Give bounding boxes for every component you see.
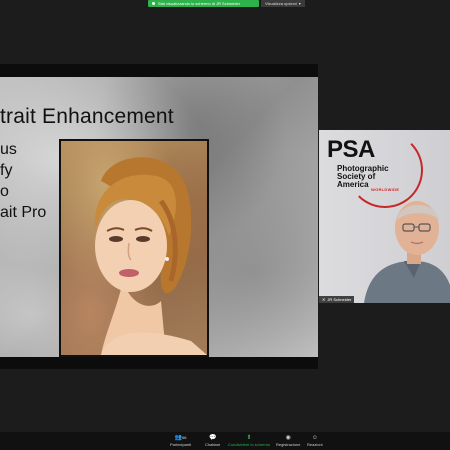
participant-name-tag: ✕ JR Schneider xyxy=(319,296,355,303)
slide-background: trait Enhancement us fy o ait Pro xyxy=(0,77,318,357)
view-options-button[interactable]: Visualizza opzioni ▾ xyxy=(261,0,305,7)
slide-bullet: fy xyxy=(0,162,13,179)
participants-count: 66 xyxy=(182,435,187,440)
meeting-toolbar: 👥 66 Partecipanti 💬 Chattare ⬆ Condivider… xyxy=(0,432,450,450)
dot-icon xyxy=(152,2,155,5)
view-options-label: Visualizza opzioni xyxy=(265,1,297,6)
mic-off-icon: ✕ xyxy=(322,297,326,302)
psa-logo-text: PSA xyxy=(327,136,375,163)
slide-bullet: o xyxy=(0,183,9,200)
share-screen-button[interactable]: ⬆ Condividere lo schermo xyxy=(228,435,270,447)
reactions-icon: ☺ xyxy=(311,435,318,441)
chevron-down-icon: ▾ xyxy=(298,1,301,6)
share-banner: Stai visualizzando lo schermo di JR Schn… xyxy=(148,0,305,7)
share-screen-label: Condividere lo schermo xyxy=(228,442,271,447)
chat-button[interactable]: 💬 Chattare xyxy=(205,435,220,447)
chat-icon: 💬 xyxy=(208,435,217,441)
participants-button[interactable]: 👥 66 Partecipanti xyxy=(170,435,191,447)
participant-video[interactable]: PSA Photographic Society of America WORL… xyxy=(319,130,450,303)
sharing-text: Stai visualizzando lo schermo di JR Schn… xyxy=(158,1,241,6)
portrait-image xyxy=(59,139,209,357)
sharing-indicator: Stai visualizzando lo schermo di JR Schn… xyxy=(148,0,259,7)
record-label: Registrazione xyxy=(276,442,301,447)
participant-name: JR Schneider xyxy=(327,297,352,302)
presenter-figure xyxy=(364,201,450,303)
share-screen-icon: ⬆ xyxy=(246,435,252,441)
participants-icon: 👥 66 xyxy=(174,435,187,441)
reactions-label: Reazioni xyxy=(307,442,323,447)
chat-label: Chattare xyxy=(205,442,221,447)
slide-bullet: us xyxy=(0,141,17,158)
slide-bullet-list: us fy o ait Pro xyxy=(0,139,46,223)
slide-title: trait Enhancement xyxy=(0,105,174,128)
participants-label: Partecipanti xyxy=(170,442,192,447)
portrait-illustration xyxy=(94,157,207,355)
shared-screen: trait Enhancement us fy o ait Pro xyxy=(0,64,318,369)
reactions-button[interactable]: ☺ Reazioni xyxy=(307,435,323,447)
record-button[interactable]: ◉ Registrazione xyxy=(276,435,300,447)
record-icon: ◉ xyxy=(285,435,291,441)
slide-bullet: ait Pro xyxy=(0,204,47,221)
